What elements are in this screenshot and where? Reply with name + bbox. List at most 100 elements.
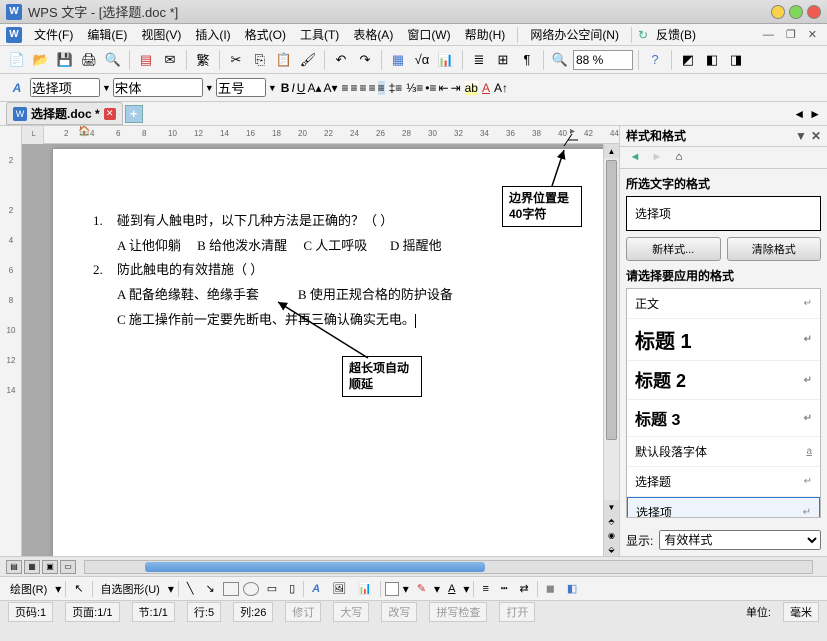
menu-format[interactable]: 格式(O) (239, 24, 292, 45)
new-tab-button[interactable]: + (125, 105, 143, 123)
style-item-choice-item[interactable]: 选择项↵ (627, 497, 820, 518)
align-right-button[interactable]: ≡ (360, 81, 367, 95)
columns-button[interactable]: ≣ (468, 49, 490, 71)
bullets-button[interactable]: •≡ (425, 81, 436, 95)
arrow-shape-icon[interactable]: ↘ (201, 580, 218, 597)
font-combo[interactable] (113, 78, 203, 97)
textbox-v-icon[interactable]: ▯ (285, 580, 299, 597)
indent-inc-button[interactable]: ⇥ (451, 81, 461, 95)
mdi-minimize[interactable]: — (759, 29, 778, 41)
style-combo[interactable] (30, 78, 100, 97)
clear-format-button[interactable]: 清除格式 (727, 237, 822, 261)
oval-shape-icon[interactable] (243, 582, 259, 596)
view-page-button[interactable]: ▣ (42, 560, 58, 574)
ext3-button[interactable]: ◨ (725, 49, 747, 71)
scroll-thumb[interactable] (606, 160, 617, 440)
arrow-style-icon[interactable]: ⇄ (515, 580, 532, 597)
document-tab[interactable]: W 选择题.doc * ✕ (6, 102, 123, 125)
shadow-icon[interactable]: ◼ (542, 580, 559, 597)
underline-button[interactable]: U (297, 81, 306, 95)
close-button[interactable] (807, 5, 821, 19)
align-left-button[interactable]: ≡ (342, 81, 349, 95)
outline-button[interactable]: ⊞ (492, 49, 514, 71)
indent-marker-left[interactable]: 🏠 (78, 126, 90, 137)
show-marks-button[interactable]: ¶ (516, 49, 538, 71)
draw-menu[interactable]: 绘图(R) (6, 579, 51, 599)
mdi-close[interactable]: ✕ (804, 28, 821, 41)
menu-insert[interactable]: 插入(I) (189, 24, 236, 45)
view-normal-button[interactable]: ▤ (6, 560, 22, 574)
italic-button[interactable]: I (291, 81, 294, 95)
status-track[interactable]: 修订 (285, 602, 321, 622)
3d-icon[interactable]: ◧ (563, 580, 581, 597)
hscroll-thumb[interactable] (145, 562, 485, 572)
vertical-scrollbar[interactable]: ▲ ▼ ⬘ ◉ ⬙ (603, 144, 619, 556)
chart-icon[interactable]: 📊 (354, 580, 376, 597)
maximize-button[interactable] (789, 5, 803, 19)
font-grow-button[interactable]: A▴ (307, 81, 321, 95)
style-item-body[interactable]: 正文↵ (627, 289, 820, 319)
font-color-button[interactable]: A (482, 81, 490, 95)
ext1-button[interactable]: ◩ (677, 49, 699, 71)
align-distribute-button[interactable]: ≡ (378, 81, 385, 95)
line-weight-icon[interactable]: ≡ (478, 581, 492, 597)
save-button[interactable]: 💾 (54, 49, 76, 71)
menu-view[interactable]: 视图(V) (135, 24, 187, 45)
print-preview-button[interactable]: 🔍 (102, 49, 124, 71)
zoom-out-button[interactable]: 🔍 (549, 49, 571, 71)
rect-shape-icon[interactable] (223, 582, 239, 596)
style-item-choice-q[interactable]: 选择题↵ (627, 467, 820, 497)
textbox-icon[interactable]: ▭ (263, 580, 281, 597)
line-spacing-button[interactable]: ‡≡ (389, 81, 403, 95)
style-item-default-para[interactable]: 默认段落字体a (627, 437, 820, 467)
select-arrow-icon[interactable]: ↖ (70, 580, 87, 597)
highlight-button[interactable]: ab (465, 81, 478, 95)
menu-file[interactable]: 文件(F) (28, 24, 79, 45)
vertical-ruler[interactable]: 2 2 4 6 8 10 12 14 (0, 126, 22, 556)
sidebar-back-icon[interactable]: ◄ (626, 148, 644, 166)
undo-button[interactable]: ↶ (330, 49, 352, 71)
style-item-h1[interactable]: 标题 1↵ (627, 319, 820, 361)
fill-color-icon[interactable] (385, 582, 399, 596)
menu-tools[interactable]: 工具(T) (294, 24, 345, 45)
status-open[interactable]: 打开 (499, 602, 535, 622)
font-color-draw-icon[interactable]: A (444, 581, 459, 597)
formula-button[interactable]: √α (411, 49, 433, 71)
sidebar-home-icon[interactable]: ⌂ (670, 148, 688, 166)
style-dropdown-icon[interactable]: ▼ (102, 83, 111, 93)
line-color-icon[interactable]: ✎ (413, 580, 430, 597)
wordart-icon[interactable]: A (308, 581, 324, 597)
status-overwrite[interactable]: 改写 (381, 602, 417, 622)
horizontal-scrollbar[interactable] (84, 560, 813, 574)
refresh-icon[interactable]: ↻ (638, 28, 648, 42)
font-dropdown-icon[interactable]: ▼ (205, 83, 214, 93)
show-select[interactable]: 有效样式 (659, 530, 821, 550)
menu-table[interactable]: 表格(A) (347, 24, 399, 45)
selected-format-box[interactable]: 选择项 (626, 196, 821, 231)
menu-network[interactable]: 网络办公空间(N) (524, 24, 625, 45)
align-center-button[interactable]: ≡ (351, 81, 358, 95)
char-scale-button[interactable]: A↑ (494, 81, 508, 95)
align-justify-button[interactable]: ≡ (369, 81, 376, 95)
view-web-button[interactable]: ▭ (60, 560, 76, 574)
mail-button[interactable]: ✉ (159, 49, 181, 71)
print-button[interactable]: 🖨 (78, 49, 100, 71)
sidebar-menu-icon[interactable]: ▼ (795, 129, 807, 143)
indent-marker-right[interactable]: ▸ (570, 126, 575, 137)
minimize-button[interactable] (771, 5, 785, 19)
dash-style-icon[interactable]: ┅ (497, 580, 512, 597)
wps-menu-icon[interactable]: W (6, 27, 22, 43)
size-dropdown-icon[interactable]: ▼ (268, 83, 277, 93)
autoshape-menu[interactable]: 自选图形(U) (97, 579, 164, 599)
export-pdf-button[interactable]: ▤ (135, 49, 157, 71)
prev-page-icon[interactable]: ⬘ (604, 514, 619, 528)
style-panel-icon[interactable]: A (6, 77, 28, 99)
open-button[interactable]: 📂 (30, 49, 52, 71)
new-style-button[interactable]: 新样式... (626, 237, 721, 261)
sidebar-close-icon[interactable]: ✕ (811, 129, 821, 143)
tab-close-icon[interactable]: ✕ (104, 108, 116, 120)
menu-window[interactable]: 窗口(W) (401, 24, 456, 45)
bold-button[interactable]: B (281, 81, 290, 95)
copy-button[interactable]: ⎘ (249, 49, 271, 71)
chart-button[interactable]: 📊 (435, 49, 457, 71)
